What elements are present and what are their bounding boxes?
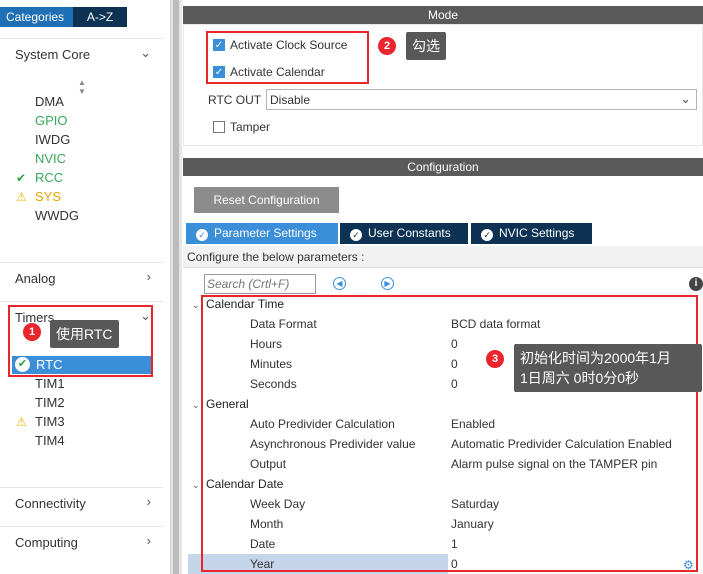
list-item-rcc[interactable]: RCC [35, 170, 63, 186]
list-item-gpio[interactable]: GPIO [35, 113, 68, 129]
info-icon[interactable]: i [689, 277, 703, 291]
annotation-line: 1日周六 0时0分0秒 [520, 370, 640, 386]
list-item-tim4[interactable]: TIM4 [35, 433, 65, 449]
configuration-title-bar: Configuration [183, 158, 703, 176]
tab-categories[interactable]: Categories [0, 7, 73, 27]
list-item-wwdg[interactable]: WWDG [35, 208, 79, 224]
section-analog[interactable]: Analog › [0, 262, 163, 294]
list-item-nvic[interactable]: NVIC [35, 151, 66, 167]
configure-info-bar: Configure the below parameters : [183, 246, 703, 268]
tab-user-constants[interactable]: ✓ User Constants [340, 223, 468, 244]
section-label: System Core [15, 47, 91, 62]
annotation-badge-3: 3 [486, 350, 504, 368]
check-icon: ✔ [16, 171, 27, 185]
list-item-tim2[interactable]: TIM2 [35, 395, 65, 411]
section-system-core[interactable]: System Core ⌄ [0, 38, 163, 70]
search-input[interactable] [205, 275, 315, 293]
list-item-sys[interactable]: SYS [35, 189, 61, 205]
annotation-badge-1: 1 [23, 323, 41, 341]
tamper-checkbox[interactable] [213, 121, 225, 133]
tab-label: NVIC Settings [499, 226, 575, 240]
warning-icon: ⚠ [16, 415, 27, 429]
section-label: Analog [15, 271, 56, 286]
tab-a-to-z[interactable]: A->Z [73, 7, 127, 27]
section-label: Connectivity [15, 496, 86, 511]
list-item-tim3[interactable]: TIM3 [35, 414, 65, 430]
rtc-out-value: Disable [270, 93, 311, 107]
search-input-wrap[interactable] [204, 274, 316, 294]
section-computing[interactable]: Computing › [0, 526, 163, 558]
chevron-right-icon: › [146, 269, 151, 284]
rtc-out-select[interactable]: Disable ⌄ [266, 89, 697, 110]
check-circle-icon: ✓ [481, 229, 493, 241]
chevron-right-icon: › [146, 494, 151, 509]
chevron-right-icon: › [146, 533, 151, 548]
check-circle-icon: ✓ [196, 229, 208, 241]
annotation-badge-2: 2 [378, 37, 396, 55]
section-connectivity[interactable]: Connectivity › [0, 487, 163, 519]
reset-configuration-button[interactable]: Reset Configuration [194, 187, 339, 213]
tamper-label: Tamper [230, 120, 271, 134]
sort-arrows-icon[interactable]: ▲ ▼ [78, 78, 86, 96]
tab-label: Parameter Settings [214, 226, 317, 240]
sidebar: Categories A->Z System Core ⌄ ▲ ▼ DMA GPI… [0, 0, 163, 574]
rtc-out-label: RTC OUT [208, 93, 262, 107]
annotation-tooltip-3: 初始化时间为2000年1月 1日周六 0时0分0秒 [514, 344, 702, 392]
annotation-tooltip-1: 使用RTC [50, 320, 119, 348]
sidebar-tabs: Categories A->Z [0, 7, 127, 27]
warning-icon: ⚠ [16, 190, 27, 204]
search-previous-icon[interactable]: ◀ [333, 277, 346, 290]
highlight-box-mode [206, 31, 369, 84]
list-item-iwdg[interactable]: IWDG [35, 132, 70, 148]
annotation-tooltip-2: 勾选 [406, 32, 446, 60]
scrollbar-thumb[interactable] [173, 0, 179, 574]
check-circle-icon: ✓ [350, 229, 362, 241]
annotation-line: 初始化时间为2000年1月 [520, 350, 671, 366]
chevron-down-icon: ⌄ [140, 45, 151, 60]
tab-parameter-settings[interactable]: ✓ Parameter Settings [186, 223, 338, 244]
tab-nvic-settings[interactable]: ✓ NVIC Settings [471, 223, 592, 244]
search-next-icon[interactable]: ▶ [381, 277, 394, 290]
chevron-down-icon: ⌄ [680, 91, 691, 106]
highlight-box-params [201, 295, 698, 572]
list-item-tim1[interactable]: TIM1 [35, 376, 65, 392]
list-item-dma[interactable]: DMA [35, 94, 64, 110]
section-label: Computing [15, 535, 78, 550]
configure-info-text: Configure the below parameters : [187, 250, 365, 264]
tab-label: User Constants [368, 226, 451, 240]
mode-title-bar: Mode [183, 6, 703, 24]
